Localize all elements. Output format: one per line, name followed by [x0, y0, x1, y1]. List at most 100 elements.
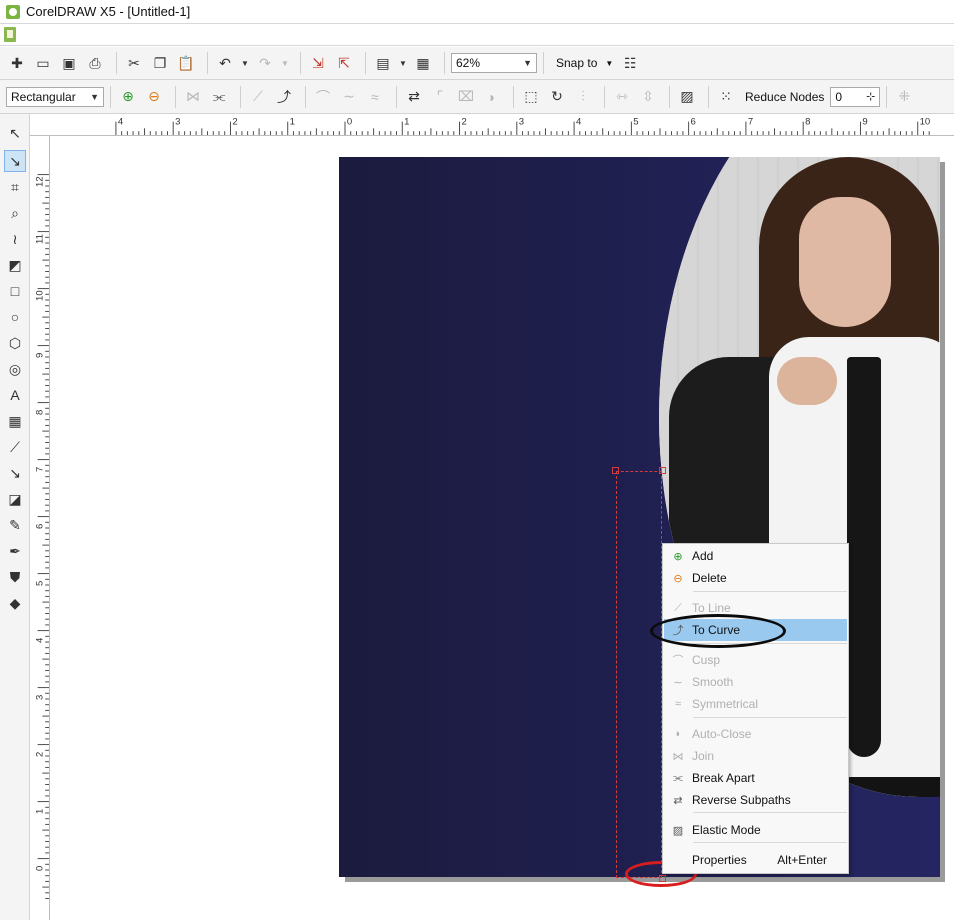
- context-menu-item-symmetrical[interactable]: ≈ Symmetrical: [664, 693, 847, 715]
- rectangle-tool-icon[interactable]: □: [4, 280, 26, 302]
- cusp-icon[interactable]: ⌒: [312, 86, 334, 108]
- path-node[interactable]: [659, 467, 666, 474]
- snap-to-button[interactable]: Snap to ▼: [556, 56, 613, 70]
- connector-tool-icon[interactable]: ↘: [4, 462, 26, 484]
- path-node[interactable]: [612, 467, 619, 474]
- copy-icon[interactable]: ❐: [149, 52, 171, 74]
- options-icon[interactable]: ☷: [619, 52, 641, 74]
- delete-node-icon[interactable]: ⊖: [143, 86, 165, 108]
- new-document-icon[interactable]: ✚: [6, 52, 28, 74]
- join-nodes-icon[interactable]: ⋈: [182, 86, 204, 108]
- interactive-fill-tool-icon[interactable]: ◆: [4, 592, 26, 614]
- cut-icon[interactable]: ✂: [123, 52, 145, 74]
- ruler-label: 8: [34, 410, 45, 415]
- print-icon[interactable]: ⎙: [84, 52, 106, 74]
- auto-close-icon[interactable]: ◗: [481, 86, 503, 108]
- export-icon[interactable]: ⇱: [333, 52, 355, 74]
- basic-shapes-tool-icon[interactable]: ◎: [4, 358, 26, 380]
- reverse-direction-icon[interactable]: ⇄: [403, 86, 425, 108]
- reflect-horizontal-icon[interactable]: ⇿: [611, 86, 633, 108]
- context-menu-item-reverse-subpaths[interactable]: ⇄ Reverse Subpaths: [664, 789, 847, 811]
- context-menu-item-add[interactable]: ⊕ Add: [664, 545, 847, 567]
- zoom-tool-icon[interactable]: ⌕: [4, 202, 26, 224]
- add-node-icon[interactable]: ⊕: [117, 86, 139, 108]
- window-title: CorelDRAW X5 - [Untitled-1]: [26, 4, 191, 19]
- selection-mode-select[interactable]: Rectangular ▼: [6, 86, 104, 107]
- ruler-label: 4: [34, 638, 45, 643]
- smooth-icon[interactable]: ∼: [338, 86, 360, 108]
- ruler-label: 4: [576, 117, 582, 128]
- extend-curve-icon[interactable]: ⌜: [429, 86, 451, 108]
- context-menu-item-label: Properties: [692, 853, 747, 867]
- symmetrical-icon[interactable]: ≈: [364, 86, 386, 108]
- to-line-icon[interactable]: ⟋: [247, 86, 269, 108]
- curve-smoothness-icon[interactable]: ⁜: [893, 86, 915, 108]
- launcher-dropdown-icon[interactable]: ▼: [398, 52, 408, 74]
- spinner-icon[interactable]: ⊹: [866, 90, 875, 103]
- ruler-label: 10: [920, 117, 931, 128]
- freehand-tool-icon[interactable]: ≀: [4, 228, 26, 250]
- align-nodes-icon[interactable]: ⫶: [572, 86, 594, 108]
- reflect-vertical-icon[interactable]: ⇳: [637, 86, 659, 108]
- context-menu-separator: [693, 842, 847, 843]
- context-menu-item-elastic-mode[interactable]: ▨ Elastic Mode: [664, 819, 847, 841]
- annotation-black-ellipse: [650, 614, 786, 648]
- redo-icon[interactable]: ↷: [254, 52, 276, 74]
- vertical-ruler[interactable]: 1211109876543210: [30, 136, 50, 920]
- open-icon[interactable]: ▭: [32, 52, 54, 74]
- paste-icon[interactable]: 📋: [175, 52, 197, 74]
- context-menu-item-label: To Line: [692, 601, 731, 615]
- import-icon[interactable]: ⇲: [307, 52, 329, 74]
- ruler-label: 6: [691, 117, 696, 128]
- document-menu-icon[interactable]: [4, 27, 16, 42]
- dimension-tool-icon[interactable]: ⟋: [4, 436, 26, 458]
- chevron-down-icon: ▼: [605, 58, 614, 68]
- context-menu-item-delete[interactable]: ⊖ Delete: [664, 567, 847, 589]
- context-menu-item-properties[interactable]: Properties Alt+Enter: [664, 849, 847, 871]
- pick-tool-icon[interactable]: ↖: [4, 122, 26, 144]
- redo-dropdown-icon[interactable]: ▼: [280, 52, 290, 74]
- break-apart-icon: ⫘: [673, 771, 683, 784]
- table-tool-icon[interactable]: ▦: [4, 410, 26, 432]
- extract-subpath-icon[interactable]: ⌧: [455, 86, 477, 108]
- ellipse-tool-icon[interactable]: ○: [4, 306, 26, 328]
- polygon-tool-icon[interactable]: ⬡: [4, 332, 26, 354]
- undo-dropdown-icon[interactable]: ▼: [240, 52, 250, 74]
- eyedropper-tool-icon[interactable]: ✎: [4, 514, 26, 536]
- horizontal-ruler[interactable]: 4 3 2 1 0 1 2 3 4 5 6 7 8 9 10: [30, 114, 954, 136]
- reduce-nodes-label: Reduce Nodes: [745, 89, 825, 104]
- elastic-mode-icon[interactable]: ▨: [676, 86, 698, 108]
- context-menu-item-auto-close[interactable]: ◗ Auto-Close: [664, 723, 847, 745]
- welcome-screen-icon[interactable]: ▦: [412, 52, 434, 74]
- save-icon[interactable]: ▣: [58, 52, 80, 74]
- fill-tool-icon[interactable]: ⛊: [4, 566, 26, 588]
- blend-tool-icon[interactable]: ◪: [4, 488, 26, 510]
- outline-pen-tool-icon[interactable]: ✒: [4, 540, 26, 562]
- reduce-nodes-field[interactable]: 0 ⊹: [830, 86, 881, 107]
- context-menu-item-cusp[interactable]: ⌒ Cusp: [664, 649, 847, 671]
- ruler-label: 3: [175, 117, 180, 128]
- crop-tool-icon[interactable]: ⌗: [4, 176, 26, 198]
- selected-rectangle-outline[interactable]: [616, 471, 662, 878]
- select-all-nodes-icon[interactable]: ⁙: [715, 86, 737, 108]
- ruler-label: 11: [34, 234, 45, 244]
- shape-tool-icon[interactable]: ↘: [4, 150, 26, 172]
- ruler-label: 12: [34, 176, 45, 187]
- context-menu-item-join[interactable]: ⋈ Join: [664, 745, 847, 767]
- application-launcher-icon[interactable]: ▤: [372, 52, 394, 74]
- context-menu-item-label: Delete: [692, 571, 727, 585]
- to-curve-icon[interactable]: ⤴: [273, 86, 295, 108]
- ruler-label: 1: [404, 117, 409, 128]
- context-menu-item-break-apart[interactable]: ⫘ Break Apart: [664, 767, 847, 789]
- ruler-label: 7: [34, 467, 45, 472]
- stretch-nodes-icon[interactable]: ⬚: [520, 86, 542, 108]
- rotate-nodes-icon[interactable]: ↻: [546, 86, 568, 108]
- break-curve-icon[interactable]: ⫘: [208, 86, 230, 108]
- chevron-down-icon: ▼: [523, 58, 532, 68]
- context-menu-item-smooth[interactable]: ∼ Smooth: [664, 671, 847, 693]
- undo-icon[interactable]: ↶: [214, 52, 236, 74]
- zoom-level-select[interactable]: 62% ▼: [451, 53, 537, 73]
- text-tool-icon[interactable]: A: [4, 384, 26, 406]
- delete-node-icon: ⊖: [673, 572, 683, 585]
- smart-fill-tool-icon[interactable]: ◩: [4, 254, 26, 276]
